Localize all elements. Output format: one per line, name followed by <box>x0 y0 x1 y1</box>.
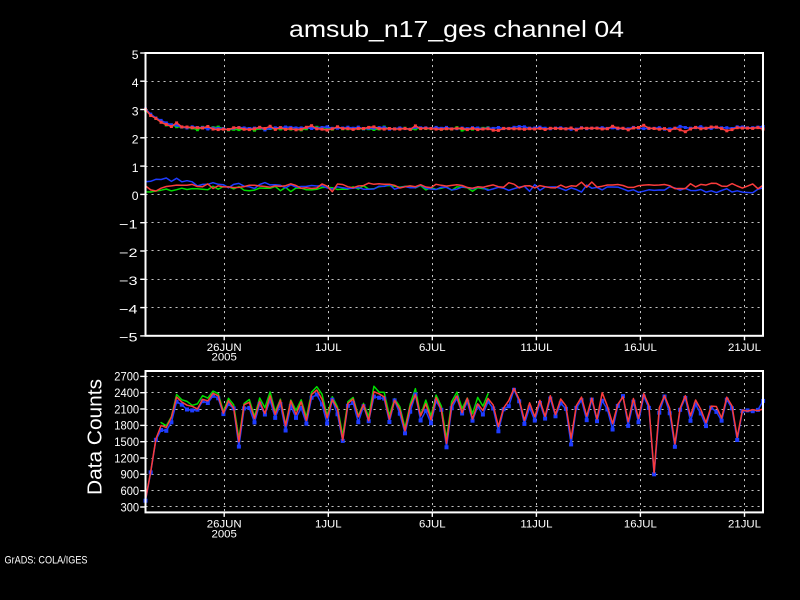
svg-text:2400: 2400 <box>114 386 139 400</box>
svg-text:2005: 2005 <box>212 352 237 364</box>
svg-text:−4: −4 <box>119 302 138 316</box>
svg-text:1JUL: 1JUL <box>315 519 342 531</box>
svg-text:1JUL: 1JUL <box>315 342 342 354</box>
svg-text:Data Counts: Data Counts <box>85 379 107 495</box>
svg-text:1: 1 <box>132 161 139 175</box>
svg-text:1800: 1800 <box>114 419 139 433</box>
svg-text:2: 2 <box>132 133 139 147</box>
svg-text:300: 300 <box>121 500 140 514</box>
svg-text:5: 5 <box>132 48 139 62</box>
svg-text:2700: 2700 <box>114 370 139 384</box>
svg-text:6JUL: 6JUL <box>419 519 446 531</box>
svg-text:−3: −3 <box>119 274 138 288</box>
svg-text:600: 600 <box>121 484 140 498</box>
svg-text:GrADS: COLA/IGES: GrADS: COLA/IGES <box>5 555 88 567</box>
svg-text:21JUL: 21JUL <box>728 342 761 354</box>
svg-text:−1: −1 <box>119 218 138 232</box>
svg-text:16JUL: 16JUL <box>624 342 657 354</box>
svg-text:2005: 2005 <box>212 528 237 540</box>
svg-text:900: 900 <box>121 468 140 482</box>
svg-text:2100: 2100 <box>114 402 139 416</box>
svg-text:21JUL: 21JUL <box>728 519 761 531</box>
svg-text:4: 4 <box>132 76 139 90</box>
svg-text:amsub_n17_ges channel 04: amsub_n17_ges channel 04 <box>289 16 624 42</box>
svg-text:0: 0 <box>132 189 139 203</box>
svg-text:1200: 1200 <box>114 451 139 465</box>
svg-text:11JUL: 11JUL <box>520 519 552 531</box>
svg-text:6JUL: 6JUL <box>419 342 446 354</box>
svg-text:−5: −5 <box>119 331 138 345</box>
svg-text:3: 3 <box>132 104 139 118</box>
svg-text:1500: 1500 <box>114 435 139 449</box>
svg-text:11JUL: 11JUL <box>520 342 552 354</box>
svg-text:−2: −2 <box>119 246 138 260</box>
svg-text:16JUL: 16JUL <box>624 519 657 531</box>
